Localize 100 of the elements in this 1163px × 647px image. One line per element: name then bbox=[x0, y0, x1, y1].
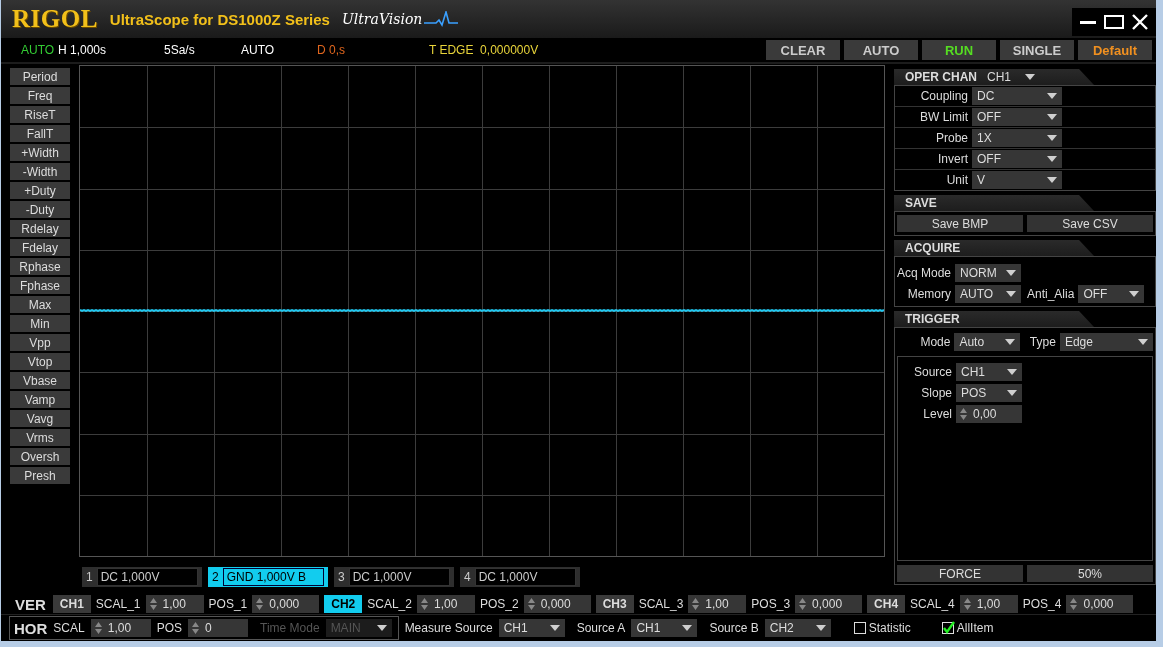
checkbox[interactable] bbox=[852, 621, 867, 635]
dropdown[interactable]: Edge bbox=[1059, 332, 1153, 351]
field-label: Source A bbox=[576, 621, 626, 635]
status-text: H 1,000s bbox=[58, 43, 107, 57]
dropdown[interactable]: V bbox=[972, 171, 1062, 189]
dropdown[interactable]: CH1 bbox=[631, 619, 698, 637]
spin-field[interactable]: 0,000 bbox=[795, 595, 863, 613]
measure-button[interactable]: Min bbox=[10, 315, 70, 332]
field-label: Anti_Alia bbox=[1027, 286, 1075, 301]
channel-button[interactable]: CH2 bbox=[324, 595, 363, 613]
measure-button[interactable]: Period bbox=[10, 68, 70, 85]
channel-tab[interactable]: 1 DC 1,000V bbox=[82, 567, 202, 587]
dropdown[interactable]: OFF bbox=[1078, 284, 1145, 303]
channel-button[interactable]: CH1 bbox=[52, 595, 91, 613]
dropdown[interactable]: DC bbox=[972, 87, 1062, 105]
caret-icon bbox=[1129, 290, 1140, 297]
checkbox-label: Statistic bbox=[868, 621, 911, 635]
dropdown[interactable]: Auto bbox=[954, 332, 1020, 351]
measure-button[interactable]: Max bbox=[10, 296, 70, 313]
dropdown[interactable]: OFF bbox=[972, 108, 1062, 126]
spin-field[interactable]: 1,00 bbox=[688, 595, 747, 613]
measure-button[interactable]: Oversh bbox=[10, 448, 70, 465]
spinner-icon bbox=[256, 598, 264, 610]
dropdown[interactable]: CH2 bbox=[764, 619, 831, 637]
field-label: POS_3 bbox=[751, 597, 791, 611]
spin-field[interactable]: 0,000 bbox=[1066, 595, 1134, 613]
dropdown[interactable]: 1X bbox=[972, 129, 1062, 147]
spinner-icon bbox=[799, 598, 807, 610]
spin-field[interactable]: 1,00 bbox=[416, 595, 475, 613]
field-label: Slope bbox=[920, 385, 952, 400]
caret-icon bbox=[815, 625, 826, 631]
toolbar-button[interactable]: RUN bbox=[922, 40, 996, 60]
caret-icon bbox=[1047, 156, 1057, 162]
panel-button[interactable]: FORCE bbox=[897, 565, 1023, 582]
spin-field[interactable]: 1,00 bbox=[145, 595, 204, 613]
row-label: HOR bbox=[14, 619, 48, 637]
dropdown[interactable]: NORM bbox=[955, 263, 1021, 282]
measure-button[interactable]: Rphase bbox=[10, 258, 70, 275]
caret-icon bbox=[1138, 338, 1148, 345]
measure-button[interactable]: +Width bbox=[10, 144, 70, 161]
measure-button[interactable]: -Duty bbox=[10, 201, 70, 218]
panel-button[interactable]: Save BMP bbox=[897, 215, 1023, 232]
spin-field[interactable]: 1,00 bbox=[959, 595, 1018, 613]
measure-button[interactable]: Rdelay bbox=[10, 220, 70, 237]
spin-field[interactable]: 1,00 bbox=[90, 619, 151, 637]
measure-button[interactable]: FallT bbox=[10, 125, 70, 142]
channel-dropdown[interactable]: CH1 bbox=[987, 69, 1036, 85]
toolbar-button[interactable]: Default bbox=[1078, 40, 1152, 60]
spinner-icon bbox=[960, 407, 967, 420]
toolbar-button[interactable]: AUTO bbox=[844, 40, 918, 60]
field-label: POS_2 bbox=[479, 597, 519, 611]
dropdown[interactable]: CH1 bbox=[956, 362, 1022, 381]
dropdown[interactable]: AUTO bbox=[955, 284, 1021, 303]
spin-field[interactable]: 0,00 bbox=[956, 404, 1022, 423]
caret-icon bbox=[1007, 389, 1017, 396]
status-text: D 0,s bbox=[317, 43, 345, 57]
dropdown[interactable]: CH1 bbox=[498, 619, 565, 637]
measure-button[interactable]: Fdelay bbox=[10, 239, 70, 256]
measure-button[interactable]: Vavg bbox=[10, 410, 70, 427]
channel-button[interactable]: CH3 bbox=[595, 595, 634, 613]
field-label: Source bbox=[912, 364, 952, 379]
toolbar-button[interactable]: SINGLE bbox=[1000, 40, 1074, 60]
caret-icon bbox=[1025, 74, 1036, 80]
measure-button[interactable]: RiseT bbox=[10, 106, 70, 123]
channel-tab[interactable]: 2 GND 1,000V B bbox=[208, 567, 328, 587]
field-label: POS bbox=[156, 621, 183, 635]
checkbox-label: AllItem bbox=[956, 621, 994, 635]
measure-button[interactable]: Vbase bbox=[10, 372, 70, 389]
measure-button[interactable]: Vpp bbox=[10, 334, 70, 351]
channel-tab[interactable]: 3 DC 1,000V bbox=[334, 567, 454, 587]
field-label: SCAL_2 bbox=[367, 597, 412, 611]
spin-field[interactable]: 0,000 bbox=[523, 595, 591, 613]
spinner-icon bbox=[192, 622, 200, 634]
channel-tab[interactable]: 4 DC 1,000V bbox=[460, 567, 580, 587]
spin-field[interactable]: 0 bbox=[188, 619, 249, 637]
spinner-icon bbox=[1070, 598, 1078, 610]
checkbox[interactable] bbox=[940, 621, 955, 635]
measure-button[interactable]: Vtop bbox=[10, 353, 70, 370]
caret-icon bbox=[1004, 338, 1015, 345]
measure-button[interactable]: Vrms bbox=[10, 429, 70, 446]
field-label: SCAL_3 bbox=[638, 597, 684, 611]
field-label: Level bbox=[922, 406, 952, 421]
measure-button[interactable]: Vamp bbox=[10, 391, 70, 408]
caret-icon bbox=[682, 625, 693, 631]
measure-button[interactable]: Freq bbox=[10, 87, 70, 104]
panel-button[interactable]: 50% bbox=[1027, 565, 1153, 582]
measure-button[interactable]: +Duty bbox=[10, 182, 70, 199]
dropdown[interactable]: OFF bbox=[972, 150, 1062, 168]
field-label: POS_4 bbox=[1022, 597, 1062, 611]
caret-icon bbox=[1007, 368, 1017, 375]
toolbar-button[interactable]: CLEAR bbox=[766, 40, 840, 60]
measure-button[interactable]: Presh bbox=[10, 467, 70, 484]
measure-button[interactable]: Fphase bbox=[10, 277, 70, 294]
field-label: Time Mode bbox=[260, 621, 320, 635]
panel-button[interactable]: Save CSV bbox=[1027, 215, 1153, 232]
dropdown[interactable]: POS bbox=[956, 383, 1022, 402]
channel-button[interactable]: CH4 bbox=[867, 595, 906, 613]
field-label: Source B bbox=[709, 621, 759, 635]
measure-button[interactable]: -Width bbox=[10, 163, 70, 180]
spin-field[interactable]: 0,000 bbox=[252, 595, 320, 613]
